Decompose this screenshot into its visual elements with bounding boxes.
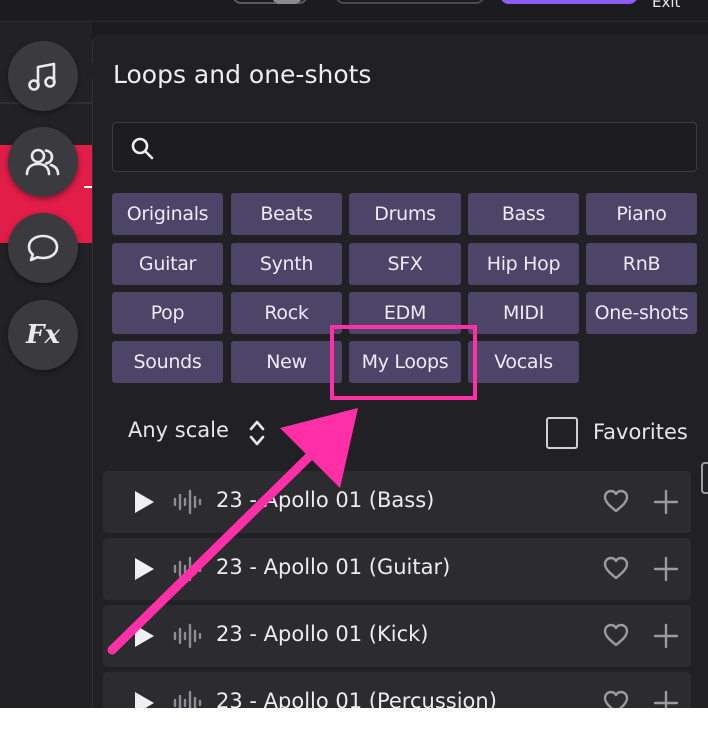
favorites-checkbox[interactable] (546, 417, 578, 449)
top-field[interactable] (335, 0, 485, 4)
sidebar-button-loops[interactable] (8, 41, 78, 111)
users-icon (25, 148, 60, 176)
tag-rock[interactable]: Rock (231, 292, 342, 334)
tag-one-shots[interactable]: One-shots (586, 292, 697, 334)
plus-icon[interactable] (652, 622, 680, 650)
tag-guitar[interactable]: Guitar (112, 243, 223, 285)
tag-rnb[interactable]: RnB (586, 243, 697, 285)
music-note-icon (28, 62, 56, 91)
sidebar-button-collab[interactable] (8, 127, 78, 197)
tag-vocals[interactable]: Vocals (468, 341, 579, 383)
tag-sfx[interactable]: SFX (349, 243, 461, 285)
panel-title: Loops and one-shots (113, 60, 372, 89)
loop-title: 23 - Apollo 01 (Guitar) (216, 555, 451, 579)
tag-piano[interactable]: Piano (586, 193, 697, 235)
play-icon[interactable] (133, 691, 155, 708)
plus-icon[interactable] (652, 555, 680, 583)
loop-row[interactable]: 23 - Apollo 01 (Kick) (103, 605, 691, 667)
sidebar-button-effects[interactable]: Fx (8, 300, 78, 370)
tag-beats[interactable]: Beats (231, 193, 342, 235)
loop-title: 23 - Apollo 01 (Bass) (216, 488, 435, 512)
tag-originals[interactable]: Originals (112, 193, 223, 235)
tag-drums[interactable]: Drums (349, 193, 461, 235)
search-input[interactable] (163, 123, 683, 171)
search-icon (131, 137, 154, 160)
waveform-icon (173, 489, 202, 515)
play-icon[interactable] (133, 490, 155, 514)
waveform-icon (173, 623, 202, 649)
loop-row[interactable]: 23 - Apollo 01 (Guitar) (103, 538, 691, 600)
plus-icon[interactable] (652, 488, 680, 516)
loop-row[interactable]: 23 - Apollo 01 (Bass) (103, 471, 691, 533)
tag-pop[interactable]: Pop (112, 292, 223, 334)
search-box[interactable] (112, 122, 697, 172)
loop-title: 23 - Apollo 01 (Percussion) (216, 689, 497, 708)
tag-sounds[interactable]: Sounds (112, 341, 223, 383)
tag-hip-hop[interactable]: Hip Hop (468, 243, 579, 285)
tag-midi[interactable]: MIDI (468, 292, 579, 334)
play-icon[interactable] (133, 624, 155, 648)
tag-bass[interactable]: Bass (468, 193, 579, 235)
chevron-updown-icon[interactable] (247, 418, 267, 448)
track-marker (84, 186, 92, 188)
chat-icon (27, 234, 59, 262)
waveform-icon (173, 556, 202, 582)
heart-icon[interactable] (602, 555, 630, 581)
heart-icon[interactable] (602, 622, 630, 648)
tag-synth[interactable]: Synth (231, 243, 342, 285)
top-primary-button[interactable] (500, 0, 638, 4)
tag-new[interactable]: New (231, 341, 342, 383)
sidebar-button-chat[interactable] (8, 213, 78, 283)
loop-title: 23 - Apollo 01 (Kick) (216, 622, 429, 646)
panel-pointer (84, 62, 93, 80)
loop-row[interactable]: 23 - Apollo 01 (Percussion) (103, 672, 691, 708)
heart-icon[interactable] (602, 488, 630, 514)
side-scroll-handle[interactable] (701, 462, 708, 494)
app-window: Exit Fx Loops and one-shots Originals Be… (0, 0, 708, 708)
play-icon[interactable] (133, 557, 155, 581)
favorites-label: Favorites (593, 420, 688, 444)
scale-select[interactable]: Any scale (128, 418, 229, 442)
plus-icon[interactable] (652, 689, 680, 708)
waveform-icon (173, 690, 202, 708)
fx-icon: Fx (26, 320, 60, 350)
heart-icon[interactable] (602, 689, 630, 708)
highlight-box (330, 325, 477, 400)
exit-button[interactable]: Exit (652, 0, 680, 11)
